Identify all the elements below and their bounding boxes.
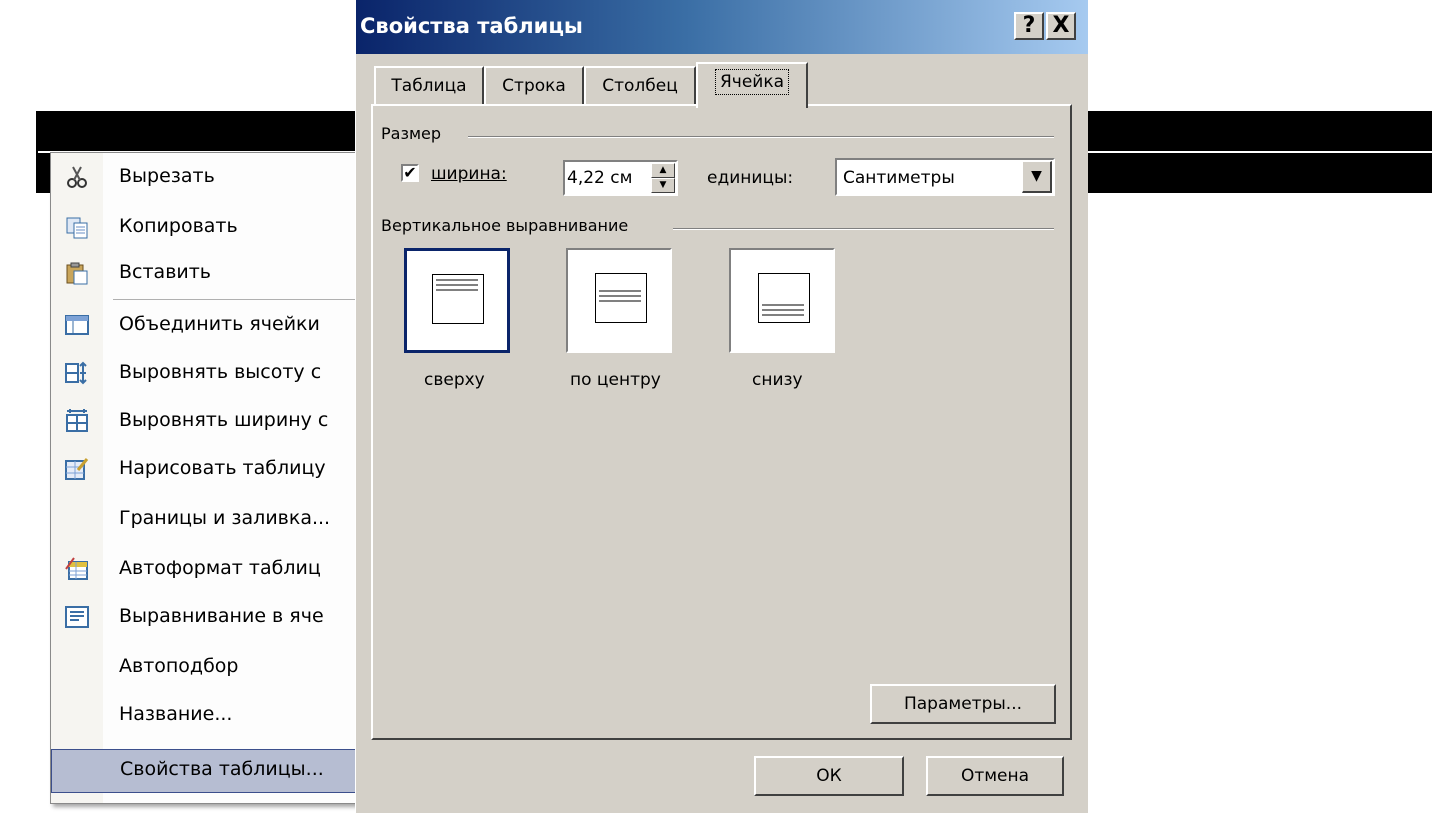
chevron-down-icon[interactable]: ▼ xyxy=(1022,161,1052,193)
spin-down-icon[interactable]: ▼ xyxy=(651,178,675,193)
cell-tab-panel: Размер ✔ ширина: 4,22 см ▲ ▼ единицы: Са… xyxy=(371,104,1072,740)
valign-center-label: по центру xyxy=(570,370,661,390)
menu-item-label: Выровнять ширину с xyxy=(119,409,329,431)
width-checkbox[interactable]: ✔ xyxy=(401,164,419,182)
menu-item-cut[interactable]: Вырезать xyxy=(51,155,371,199)
menu-item-borders-shading[interactable]: Границы и заливка... xyxy=(51,497,371,541)
menu-item-copy[interactable]: Копировать xyxy=(51,205,371,249)
align-top-icon xyxy=(432,274,484,324)
valign-top-option[interactable] xyxy=(404,248,510,353)
menu-item-distribute-columns[interactable]: Выровнять ширину с xyxy=(51,399,371,443)
tab-cell[interactable]: Ячейка xyxy=(696,62,808,108)
tab-table[interactable]: Таблица xyxy=(374,66,484,104)
menu-item-label: Свойства таблицы... xyxy=(120,758,324,780)
menu-item-label: Копировать xyxy=(119,215,238,237)
dialog-title-bar[interactable]: Свойства таблицы ? X xyxy=(356,0,1088,54)
tab-row[interactable]: Строка xyxy=(484,66,584,104)
menu-item-label: Границы и заливка... xyxy=(119,507,331,529)
checkmark-icon: ✔ xyxy=(403,163,417,182)
menu-item-autofit[interactable]: Автоподбор xyxy=(51,645,371,689)
size-group-label: Размер xyxy=(381,124,442,143)
valign-group-line xyxy=(673,228,1054,230)
help-button[interactable]: ? xyxy=(1014,12,1044,40)
menu-item-merge-cells[interactable]: Объединить ячейки xyxy=(51,303,371,347)
units-label: единицы: xyxy=(707,168,794,188)
context-menu: Вырезать Копировать Вставить Объединить … xyxy=(50,152,372,804)
ok-button[interactable]: ОК xyxy=(754,756,904,796)
menu-item-table-properties[interactable]: Свойства таблицы... xyxy=(51,749,371,793)
menu-item-label: Вставить xyxy=(119,261,212,283)
distribute-rows-icon xyxy=(65,361,87,385)
menu-item-label: Объединить ячейки xyxy=(119,313,320,335)
size-group-line xyxy=(468,136,1054,138)
width-label: ширина: xyxy=(431,164,507,184)
spin-up-icon[interactable]: ▲ xyxy=(651,163,675,178)
menu-item-label: Название... xyxy=(119,703,233,725)
cancel-button[interactable]: Отмена xyxy=(926,756,1064,796)
dialog-title: Свойства таблицы xyxy=(360,14,583,38)
width-spinner[interactable]: 4,22 см ▲ ▼ xyxy=(563,160,678,196)
table-right-edge xyxy=(1432,111,1449,193)
tab-label: Таблица xyxy=(391,76,467,96)
tab-label: Ячейка xyxy=(714,69,790,95)
paste-icon xyxy=(66,262,88,285)
table-left-cell xyxy=(10,111,38,193)
menu-item-label: Автоподбор xyxy=(119,655,239,677)
close-button[interactable]: X xyxy=(1046,12,1076,40)
options-button[interactable]: Параметры... xyxy=(870,684,1056,724)
menu-item-label: Выровнять высоту с xyxy=(119,361,322,383)
menu-item-label: Выравнивание в яче xyxy=(119,605,324,627)
tab-column[interactable]: Столбец xyxy=(584,66,696,104)
units-select[interactable]: Сантиметры ▼ xyxy=(835,158,1055,196)
menu-item-paste[interactable]: Вставить xyxy=(51,251,371,295)
cell-alignment-icon xyxy=(65,606,89,628)
autoformat-icon xyxy=(65,557,88,580)
table-properties-dialog: Свойства таблицы ? X Таблица Строка Стол… xyxy=(355,0,1088,813)
menu-item-label: Нарисовать таблицу xyxy=(119,457,326,479)
scissors-icon xyxy=(67,166,87,188)
spinner-buttons: ▲ ▼ xyxy=(651,163,675,193)
tab-label: Строка xyxy=(502,76,566,96)
tab-label: Столбец xyxy=(602,76,678,96)
menu-item-draw-table[interactable]: Нарисовать таблицу xyxy=(51,447,371,491)
distribute-columns-icon xyxy=(66,409,88,432)
valign-bottom-label: снизу xyxy=(752,370,803,390)
menu-item-autoformat[interactable]: Автоформат таблиц xyxy=(51,547,371,591)
copy-icon xyxy=(66,217,88,239)
valign-center-option[interactable] xyxy=(566,248,672,353)
align-bottom-icon xyxy=(758,273,810,323)
valign-bottom-option[interactable] xyxy=(729,248,835,353)
width-value: 4,22 см xyxy=(567,168,633,188)
merge-cells-icon xyxy=(65,315,89,335)
draw-table-icon xyxy=(65,458,89,480)
menu-item-label: Вырезать xyxy=(119,165,215,187)
menu-item-label: Автоформат таблиц xyxy=(119,557,321,579)
align-center-icon xyxy=(595,273,647,323)
menu-item-cell-alignment[interactable]: Выравнивание в яче xyxy=(51,595,371,639)
valign-top-label: сверху xyxy=(424,370,485,390)
units-value: Сантиметры xyxy=(843,168,955,188)
valign-group-label: Вертикальное выравнивание xyxy=(381,216,629,235)
menu-separator xyxy=(113,299,371,300)
menu-item-caption[interactable]: Название... xyxy=(51,693,371,737)
menu-item-distribute-rows[interactable]: Выровнять высоту с xyxy=(51,351,371,395)
